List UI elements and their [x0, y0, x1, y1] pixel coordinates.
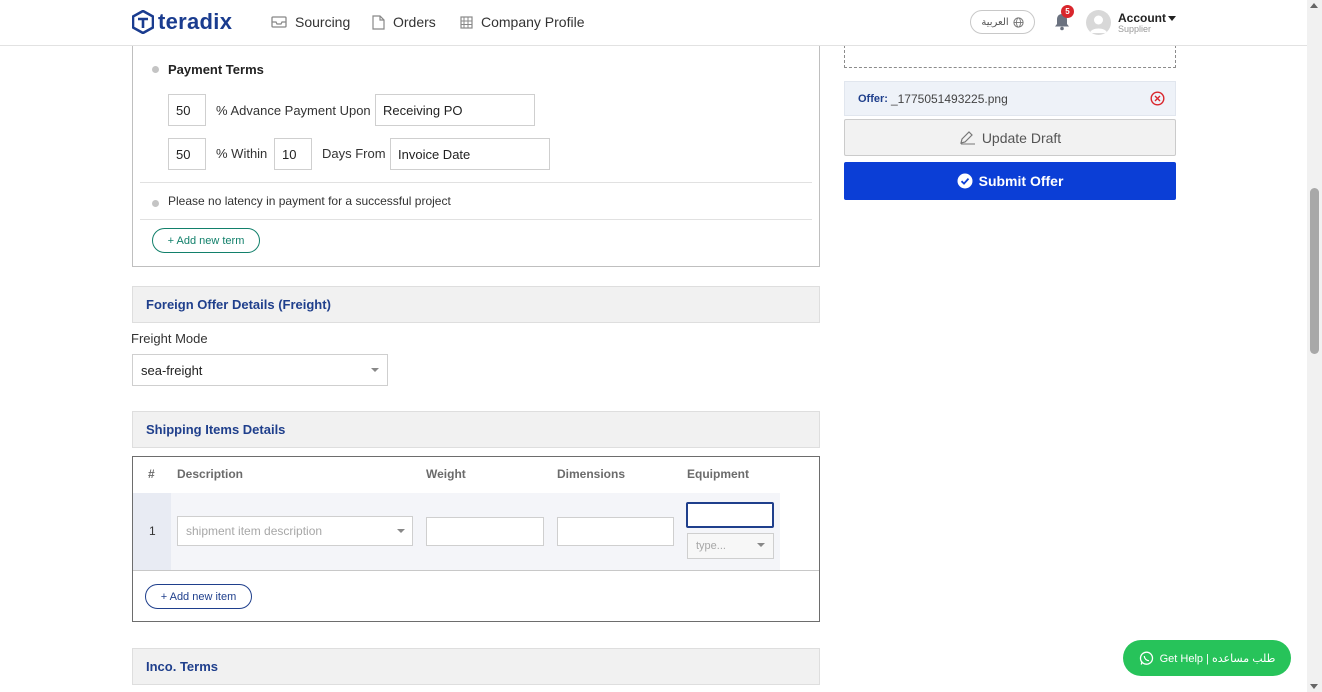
top-navbar: teradix Sourcing Orders Company Profile …: [0, 0, 1307, 46]
inco-terms-section-header: Inco. Terms: [132, 648, 820, 685]
scroll-down-arrow-icon[interactable]: [1310, 684, 1318, 689]
column-header-number: #: [148, 467, 155, 481]
nav-sourcing[interactable]: Sourcing: [271, 14, 350, 30]
chevron-down-icon: [371, 368, 379, 372]
teradix-logo[interactable]: teradix: [132, 9, 232, 35]
freight-mode-label: Freight Mode: [131, 331, 208, 346]
balance-percent-input[interactable]: 50: [168, 138, 206, 170]
column-header-description: Description: [177, 467, 244, 481]
add-new-term-button[interactable]: + Add new term: [152, 228, 260, 253]
account-chevron-down-icon[interactable]: [1168, 16, 1176, 21]
scrollbar-thumb[interactable]: [1310, 188, 1319, 354]
offer-label: Offer:: [858, 92, 888, 105]
logo-text: teradix: [158, 9, 233, 34]
payment-terms-title: Payment Terms: [168, 62, 264, 77]
notification-badge: 5: [1061, 5, 1074, 18]
chevron-down-icon: [397, 529, 405, 533]
divider: [140, 219, 812, 220]
within-label: % Within: [216, 146, 268, 161]
whatsapp-icon: [1139, 651, 1153, 665]
nav-sourcing-label: Sourcing: [295, 14, 351, 30]
globe-icon: [1013, 16, 1024, 28]
days-input[interactable]: 10: [274, 138, 312, 170]
get-help-button[interactable]: Get Help | طلب مساعده: [1123, 640, 1291, 676]
advance-label: % Advance Payment Upon: [216, 103, 371, 118]
row-number: 1: [149, 524, 156, 538]
account-label[interactable]: Account: [1118, 11, 1166, 25]
shipping-section-header: Shipping Items Details: [132, 411, 820, 448]
column-header-weight: Weight: [426, 467, 466, 481]
dimensions-input[interactable]: [557, 517, 674, 546]
equipment-type-placeholder: type...: [696, 540, 726, 552]
advance-percent-input[interactable]: 50: [168, 94, 206, 126]
column-header-dimensions: Dimensions: [557, 467, 626, 481]
bullet-icon: [152, 66, 159, 73]
nav-company-profile-label: Company Profile: [481, 14, 585, 30]
chevron-down-icon: [757, 543, 765, 547]
add-new-item-button[interactable]: + Add new item: [145, 584, 252, 609]
weight-input[interactable]: [426, 517, 544, 546]
submit-offer-label: Submit Offer: [978, 173, 1064, 189]
inbox-icon: [271, 16, 287, 28]
account-role: Supplier: [1118, 24, 1152, 34]
payment-note: Please no latency in payment for a succe…: [168, 194, 451, 208]
freight-mode-select[interactable]: sea-freight: [132, 354, 388, 386]
nav-orders-label: Orders: [393, 14, 436, 30]
avatar[interactable]: [1086, 10, 1111, 35]
offer-file-chip: Offer: _1775051493225.png: [844, 81, 1176, 116]
bullet-icon: [152, 200, 159, 207]
language-toggle[interactable]: العربية: [970, 10, 1035, 34]
remove-file-icon[interactable]: [1150, 91, 1165, 106]
check-circle-icon: [957, 173, 973, 189]
user-avatar-icon: [1090, 15, 1107, 33]
equipment-input[interactable]: [686, 502, 774, 528]
freight-mode-value: sea-freight: [141, 362, 203, 378]
document-icon: [372, 14, 385, 30]
pencil-icon: [959, 131, 975, 145]
description-placeholder: shipment item description: [186, 524, 323, 538]
language-label: العربية: [981, 16, 1009, 28]
scroll-up-arrow-icon[interactable]: [1310, 3, 1318, 8]
nav-company-profile[interactable]: Company Profile: [460, 14, 585, 30]
divider: [140, 182, 812, 183]
update-draft-button[interactable]: Update Draft: [844, 119, 1176, 156]
column-header-equipment: Equipment: [687, 467, 749, 481]
nav-orders[interactable]: Orders: [372, 14, 436, 30]
logo-mark-icon: [132, 10, 154, 34]
days-from-label: Days From: [322, 146, 386, 161]
update-draft-label: Update Draft: [981, 129, 1062, 146]
divider: [133, 570, 819, 571]
freight-section-header: Foreign Offer Details (Freight): [132, 286, 820, 323]
days-reference-input[interactable]: Invoice Date: [390, 138, 550, 170]
offer-file-name[interactable]: _1775051493225.png: [891, 92, 1008, 106]
advance-trigger-input[interactable]: Receiving PO: [375, 94, 535, 126]
building-icon: [460, 15, 473, 29]
description-select[interactable]: shipment item description: [177, 516, 413, 546]
get-help-label: Get Help | طلب مساعده: [1159, 652, 1276, 665]
submit-offer-button[interactable]: Submit Offer: [844, 162, 1176, 200]
